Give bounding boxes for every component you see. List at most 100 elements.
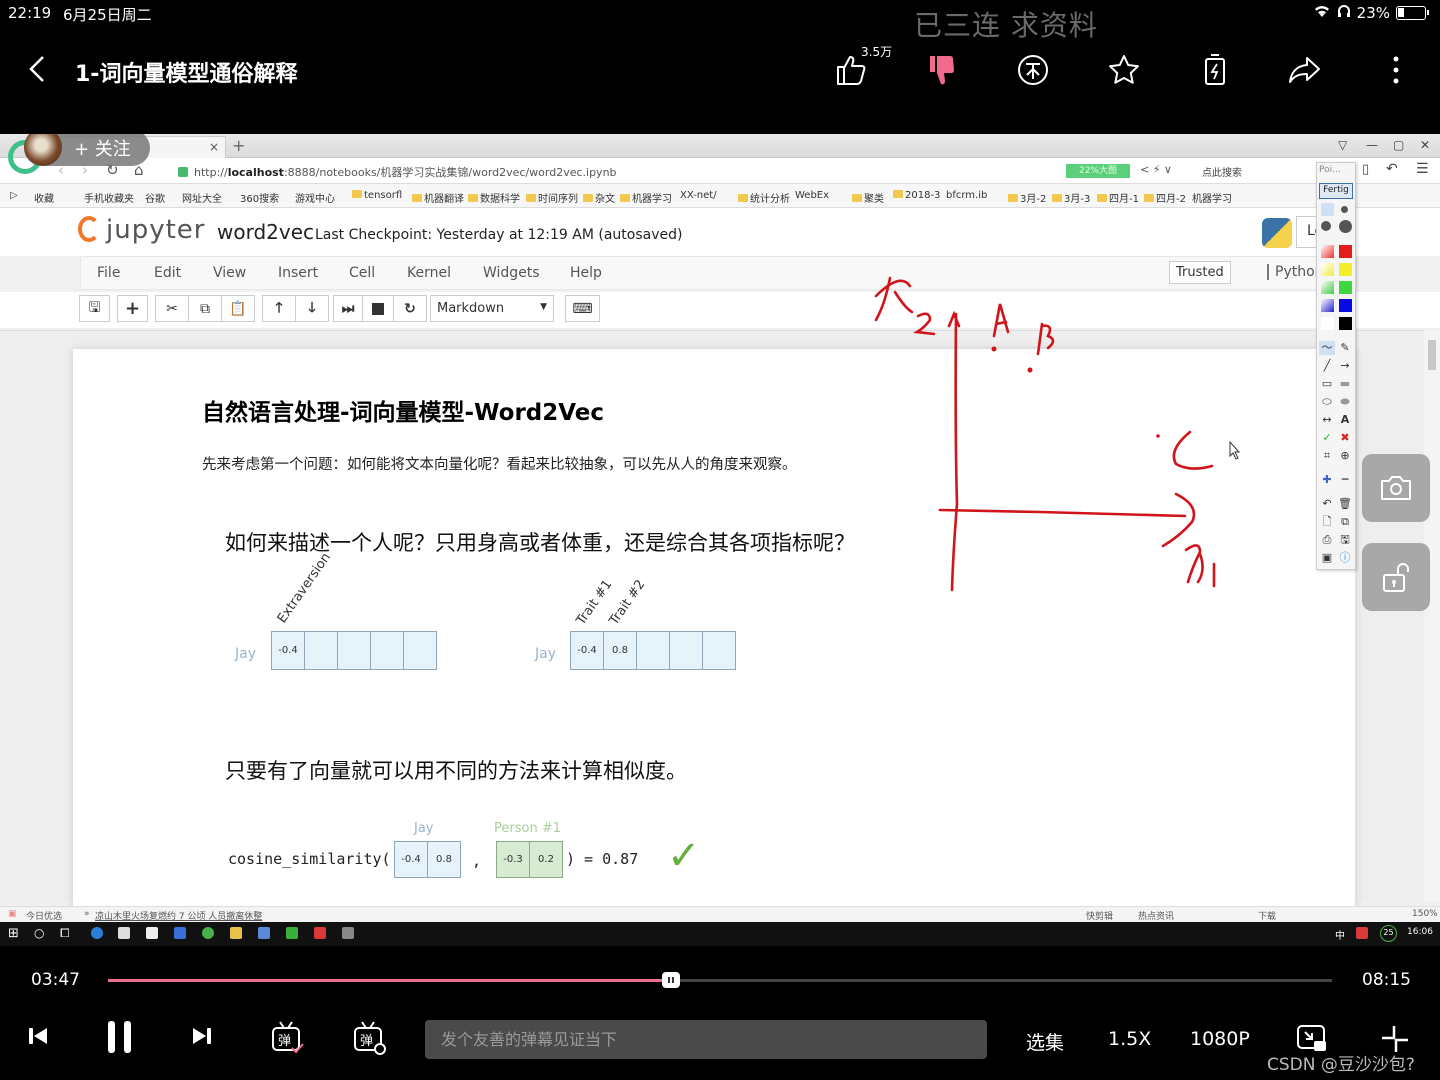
status-clip[interactable]: 快剪辑 — [1086, 909, 1113, 922]
clion-icon[interactable] — [314, 927, 326, 939]
bookmark-item[interactable]: 机器学习 — [1192, 190, 1232, 205]
next-button[interactable] — [190, 1024, 214, 1048]
windows-start-icon[interactable]: ⊞ — [8, 926, 19, 941]
notification-badge[interactable]: 25 — [1380, 925, 1397, 942]
color-red[interactable] — [1339, 245, 1352, 258]
bookmark-item[interactable]: 收藏 — [34, 190, 54, 205]
move-down-button[interactable]: 🡓 — [295, 295, 329, 322]
new-tab-button[interactable]: + — [232, 136, 245, 155]
minimize-button[interactable]: — — [1366, 138, 1378, 152]
paste-button[interactable]: 📋 — [221, 295, 255, 322]
close-tab-icon[interactable]: × — [209, 140, 219, 154]
status-zoom[interactable]: 150% — [1412, 909, 1438, 919]
menu-file[interactable]: File — [97, 265, 120, 281]
run-button[interactable]: ⏭ — [333, 295, 363, 322]
bookmark-item[interactable]: 机器学习 — [620, 190, 672, 205]
color-blue[interactable] — [1339, 299, 1352, 312]
explorer-icon[interactable] — [230, 927, 242, 939]
copy-button[interactable]: ⧉ — [188, 295, 222, 322]
menu-help[interactable]: Help — [570, 265, 602, 281]
palette-done-button[interactable]: Fertig — [1319, 183, 1353, 199]
trusted-indicator[interactable]: Trusted — [1169, 261, 1231, 284]
new-page-icon[interactable]: 🗋 — [1319, 515, 1335, 529]
print-icon[interactable]: ⎙ — [1319, 533, 1335, 547]
color-light-yellow[interactable] — [1321, 263, 1334, 276]
cut-button[interactable]: ✂ — [155, 295, 189, 322]
color-green[interactable] — [1339, 281, 1352, 294]
app-icon[interactable] — [174, 927, 186, 939]
bookmark-item[interactable]: 数据科学 — [468, 190, 520, 205]
bookmark-item[interactable]: 杂文 — [583, 190, 615, 205]
quality-button[interactable]: 1080P — [1190, 1028, 1250, 1050]
bookmark-item[interactable]: 2018-3 — [893, 190, 940, 201]
bookmark-item[interactable]: 360搜索 — [240, 190, 279, 205]
window-app-icon[interactable] — [258, 927, 270, 939]
promo-badge[interactable]: 22%大图 — [1066, 164, 1130, 178]
bookmark-item[interactable]: 机器翻译 — [412, 190, 464, 205]
recorder-icon[interactable] — [342, 927, 354, 939]
notebook-name[interactable]: word2vec — [217, 220, 314, 244]
undo-icon[interactable]: ↶ — [1386, 161, 1398, 177]
color-black[interactable] — [1339, 317, 1352, 330]
url-field[interactable]: http://localhost:8888/notebooks/机器学习实战集锦… — [178, 164, 617, 180]
color-white[interactable] — [1321, 317, 1334, 330]
bookmark-item[interactable]: 四月-1 — [1097, 190, 1139, 205]
jupyter-logo[interactable]: jupyter — [78, 215, 205, 245]
previous-button[interactable] — [26, 1024, 50, 1048]
pen-size-2[interactable] — [1341, 206, 1348, 213]
speed-button[interactable]: 1.5X — [1108, 1028, 1151, 1050]
command-palette-button[interactable]: ⌨ — [565, 295, 600, 322]
pycharm-icon[interactable] — [286, 927, 298, 939]
bookmark-item[interactable]: bfcrm.ib — [946, 190, 987, 201]
coin-button[interactable] — [1011, 48, 1055, 92]
cell-type-select[interactable]: Markdown ▼ — [430, 295, 554, 322]
arrow-tool-icon[interactable]: → — [1337, 359, 1353, 373]
bookmark-item[interactable]: 游戏中心 — [295, 190, 335, 205]
bookmark-item[interactable]: 谷歌 — [145, 190, 165, 205]
filled-ellipse-tool-icon[interactable]: ⬬ — [1337, 395, 1353, 409]
bookmark-item[interactable]: 3月-3 — [1052, 190, 1090, 205]
text-tool-icon[interactable]: A — [1337, 413, 1353, 427]
store-icon[interactable] — [118, 927, 130, 939]
screenshot-button[interactable] — [1362, 454, 1430, 522]
insert-cell-button[interactable]: + — [117, 295, 148, 322]
close-window-button[interactable]: ✕ — [1420, 138, 1430, 152]
status-hot-news[interactable]: 热点资讯 — [1138, 909, 1174, 922]
danmu-toggle-button[interactable]: 弹 — [270, 1020, 306, 1056]
dislike-button[interactable] — [920, 48, 964, 92]
menu-view[interactable]: View — [213, 265, 246, 281]
zoom-out-icon[interactable]: ━ — [1337, 473, 1353, 487]
bookmark-item[interactable]: 手机收藏夹 — [84, 190, 134, 205]
skin-icon[interactable]: ▽ — [1338, 138, 1347, 152]
zoom-in-icon[interactable]: ✚ — [1319, 473, 1335, 487]
bookmark-item[interactable]: 四月-2 — [1144, 190, 1186, 205]
bookmark-item[interactable]: 网址大全 — [182, 190, 222, 205]
bookmark-item[interactable]: 聚类 — [852, 190, 884, 205]
ime-indicator[interactable]: 中 — [1335, 927, 1345, 942]
double-arrow-tool-icon[interactable]: ↔ — [1319, 413, 1335, 427]
pause-button[interactable] — [104, 1020, 136, 1054]
save-button[interactable]: 🖫 — [79, 295, 110, 322]
mobile-icon[interactable]: ▯ — [1362, 162, 1369, 177]
bookmark-item[interactable]: 3月-2 — [1008, 190, 1046, 205]
episodes-button[interactable]: 选集 — [1026, 1028, 1064, 1055]
ellipse-tool-icon[interactable]: ⬭ — [1319, 395, 1335, 409]
progress-slider[interactable] — [108, 972, 1332, 988]
share-button[interactable] — [1283, 48, 1327, 92]
browser-search[interactable]: 点此搜索 — [1202, 164, 1242, 179]
back-button[interactable] — [26, 54, 48, 90]
menu-insert[interactable]: Insert — [278, 265, 318, 281]
info-icon[interactable]: ⓘ — [1337, 551, 1353, 565]
eraser-tool-icon[interactable]: ✎ — [1337, 341, 1353, 355]
color-light-blue[interactable] — [1321, 299, 1334, 312]
danmu-input[interactable] — [425, 1020, 987, 1059]
status-download[interactable]: 下载 — [1258, 909, 1276, 922]
rectangle-tool-icon[interactable]: ▭ — [1319, 377, 1335, 391]
menu-icon[interactable]: ☰ — [1416, 161, 1429, 177]
color-light-green[interactable] — [1321, 281, 1334, 294]
color-yellow[interactable] — [1339, 263, 1352, 276]
restart-button[interactable]: ↻ — [393, 295, 427, 322]
move-up-button[interactable]: 🡑 — [262, 295, 296, 322]
vertical-scrollbar[interactable] — [1424, 330, 1440, 902]
copy-page-icon[interactable]: ⧉ — [1337, 515, 1353, 529]
